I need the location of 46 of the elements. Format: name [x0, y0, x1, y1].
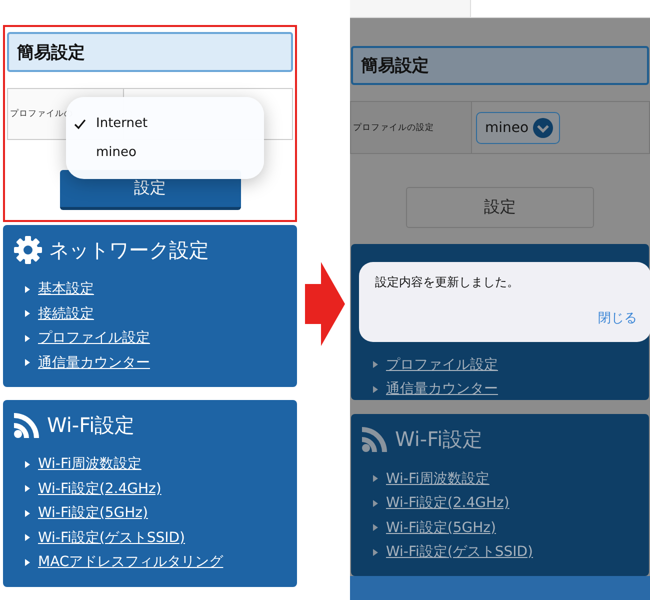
menu-link[interactable]: Wi-Fi周波数設定	[38, 455, 142, 474]
menu-link[interactable]: Wi-Fi設定(2.4GHz)	[38, 480, 162, 498]
field-label: プロファイルの設定	[351, 102, 472, 153]
bullet-icon	[25, 558, 30, 566]
menu-link[interactable]: MACアドレスフィルタリング	[38, 553, 224, 572]
bullet-icon	[373, 386, 378, 393]
menu-link[interactable]: Wi-Fi設定(5GHz)	[386, 518, 496, 537]
menu-option[interactable]: mineo	[66, 144, 264, 161]
menu-link[interactable]: Wi-Fi設定(ゲストSSID)	[386, 543, 534, 562]
bullet-icon	[373, 548, 378, 556]
card-title: Wi-Fi設定	[47, 412, 135, 438]
bullet-icon	[373, 524, 378, 532]
bullet-icon	[25, 359, 30, 366]
wifi-icon	[13, 411, 41, 439]
gear-icon	[13, 235, 43, 265]
bullet-icon	[373, 361, 378, 368]
bullet-icon	[25, 485, 30, 492]
menu-link[interactable]: Wi-Fi設定(2.4GHz)	[386, 494, 510, 512]
bullet-icon	[25, 286, 30, 293]
menu-link[interactable]: プロファイル設定	[38, 329, 150, 348]
menu-link[interactable]: 基本設定	[38, 280, 94, 298]
card-title: Wi-Fi設定	[395, 426, 483, 453]
right-arrow-icon	[305, 262, 345, 346]
close-button[interactable]: 閉じる	[598, 309, 637, 328]
bullet-icon	[25, 534, 30, 542]
submit-button[interactable]: 設定	[406, 186, 594, 228]
bullet-icon	[25, 460, 30, 468]
bullet-icon	[25, 310, 30, 318]
section-title: 簡易設定	[7, 32, 293, 72]
menu-link[interactable]: プロファイル設定	[386, 356, 498, 374]
bullet-icon	[373, 500, 378, 507]
menu-link[interactable]: Wi-Fi設定(5GHz)	[38, 504, 148, 522]
profile-select[interactable]: mineo	[476, 112, 560, 144]
menu-link[interactable]: 接続設定	[38, 304, 94, 323]
bullet-icon	[373, 475, 378, 482]
menu-link[interactable]: 通信量カウンター	[38, 354, 150, 372]
menu-link[interactable]: 通信量カウンター	[386, 380, 498, 398]
bullet-icon	[25, 334, 30, 342]
bullet-icon	[25, 510, 30, 517]
section-title: 簡易設定	[351, 46, 649, 86]
card-title: ネットワーク設定	[49, 236, 209, 264]
wifi-icon	[361, 425, 389, 454]
menu-link[interactable]: Wi-Fi設定(ゲストSSID)	[38, 528, 186, 547]
chevron-down-icon	[532, 118, 553, 138]
menu-link[interactable]: Wi-Fi周波数設定	[386, 470, 490, 488]
dialog-message: 設定内容を更新しました。	[375, 274, 520, 292]
